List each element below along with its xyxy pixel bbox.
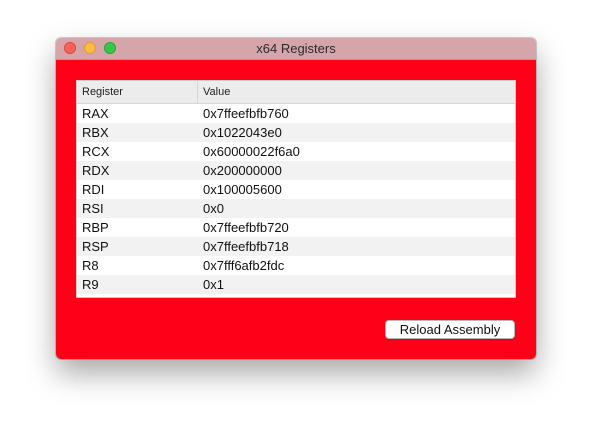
registers-window: x64 Registers Register Value RAX 0x7ffee… bbox=[56, 38, 536, 359]
register-value-cell: 0x60000022f6a0 bbox=[203, 144, 300, 159]
register-name-cell: RBX bbox=[82, 125, 109, 140]
register-name-cell: R9 bbox=[82, 277, 99, 292]
registers-table: Register Value RAX 0x7ffeefbfb760 RBX 0x… bbox=[76, 80, 516, 298]
window-content: Register Value RAX 0x7ffeefbfb760 RBX 0x… bbox=[56, 60, 536, 359]
table-row[interactable]: RBX 0x1022043e0 bbox=[77, 123, 515, 142]
register-name-cell: RAX bbox=[82, 106, 109, 121]
register-name-cell: RBP bbox=[82, 220, 109, 235]
table-body: RAX 0x7ffeefbfb760 RBX 0x1022043e0 RCX 0… bbox=[77, 104, 515, 294]
title-bar[interactable]: x64 Registers bbox=[56, 38, 536, 60]
column-header-value[interactable]: Value bbox=[198, 81, 515, 103]
column-header-register[interactable]: Register bbox=[77, 81, 198, 103]
table-row[interactable]: RDX 0x200000000 bbox=[77, 161, 515, 180]
register-value-cell: 0x1022043e0 bbox=[203, 125, 282, 140]
table-row[interactable]: RSP 0x7ffeefbfb718 bbox=[77, 237, 515, 256]
register-name-cell: RCX bbox=[82, 144, 110, 159]
register-value-cell: 0x7fff6afb2fdc bbox=[203, 258, 285, 273]
register-name-cell: RSI bbox=[82, 201, 104, 216]
table-header: Register Value bbox=[77, 81, 515, 104]
table-row[interactable]: R8 0x7fff6afb2fdc bbox=[77, 256, 515, 275]
table-row[interactable]: RCX 0x60000022f6a0 bbox=[77, 142, 515, 161]
table-row[interactable]: R9 0x1 bbox=[77, 275, 515, 294]
table-row[interactable]: RDI 0x100005600 bbox=[77, 180, 515, 199]
register-name-cell: RSP bbox=[82, 239, 109, 254]
reload-assembly-button[interactable]: Reload Assembly bbox=[385, 320, 515, 339]
register-value-cell: 0x7ffeefbfb718 bbox=[203, 239, 289, 254]
table-row[interactable]: RAX 0x7ffeefbfb760 bbox=[77, 104, 515, 123]
register-name-cell: RDI bbox=[82, 182, 105, 197]
register-value-cell: 0x200000000 bbox=[203, 163, 282, 178]
register-name-cell: RDX bbox=[82, 163, 110, 178]
table-row[interactable]: RSI 0x0 bbox=[77, 199, 515, 218]
window-title: x64 Registers bbox=[256, 41, 336, 56]
register-value-cell: 0x7ffeefbfb720 bbox=[203, 220, 289, 235]
table-row[interactable]: RBP 0x7ffeefbfb720 bbox=[77, 218, 515, 237]
register-value-cell: 0x100005600 bbox=[203, 182, 282, 197]
register-value-cell: 0x0 bbox=[203, 201, 224, 216]
register-value-cell: 0x7ffeefbfb760 bbox=[203, 106, 289, 121]
register-name-cell: R8 bbox=[82, 258, 99, 273]
register-value-cell: 0x1 bbox=[203, 277, 224, 292]
